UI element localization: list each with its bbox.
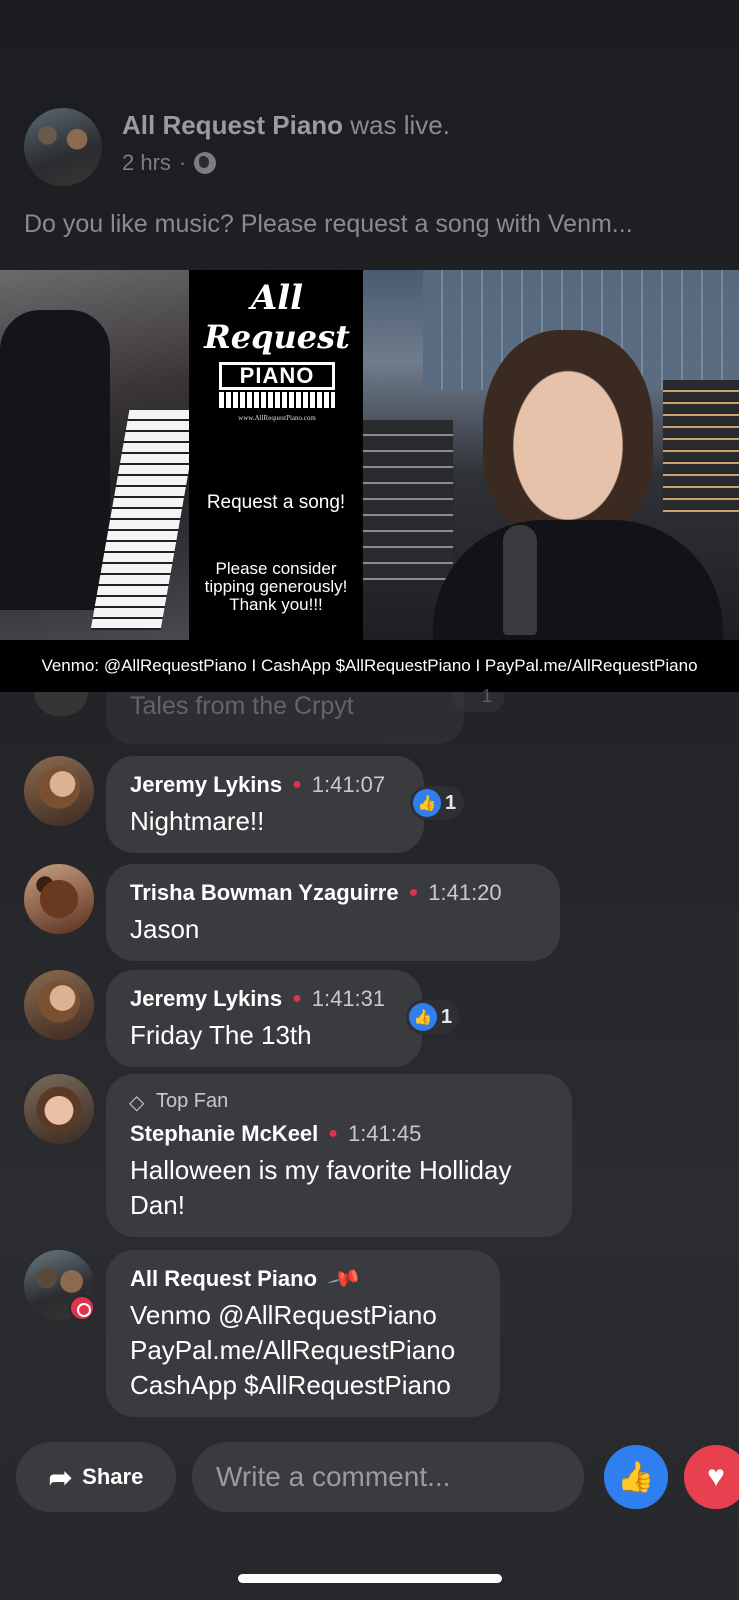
live-dot: ● xyxy=(292,990,302,1007)
comment-author[interactable]: Jeremy Lykins xyxy=(130,986,282,1012)
comment-header: Jeremy Lykins ● 1:41:31 xyxy=(130,986,398,1012)
performer-camera-feed xyxy=(363,270,739,650)
bottom-action-bar: ➦ Share 👍 ♥ xyxy=(0,1440,739,1520)
heart-icon: ♥ xyxy=(707,1460,725,1493)
live-dot: ● xyxy=(328,1125,338,1142)
tip-line-1: Please consider xyxy=(215,559,337,578)
comment-bubble[interactable]: All Request Piano 📌 Venmo @AllRequestPia… xyxy=(106,1250,500,1417)
faded-like-count: 1 xyxy=(482,686,493,706)
pin-icon: 📌 xyxy=(326,1260,364,1297)
reaction-count: 1 xyxy=(441,1005,453,1028)
logo-site: www.AllRequestPiano.com xyxy=(238,414,316,422)
info-panel: All Request PIANO www.AllRequestPiano.co… xyxy=(189,270,363,640)
comment-header: Jeremy Lykins ● 1:41:07 xyxy=(130,772,400,798)
comment-text: Friday The 13th xyxy=(130,1020,312,1050)
comment-text: Halloween is my favorite Holliday Dan! xyxy=(130,1155,512,1220)
performer-shirt xyxy=(433,520,723,650)
pianist-silhouette xyxy=(0,310,110,610)
comment-bubble[interactable]: Trisha Bowman Yzaguirre ● 1:41:20 Jason xyxy=(106,864,560,961)
comment-time: 1:41:20 xyxy=(428,880,502,905)
live-video[interactable]: All Request PIANO www.AllRequestPiano.co… xyxy=(0,270,739,692)
payment-bar: Venmo: @AllRequestPiano I CashApp $AllRe… xyxy=(0,640,739,692)
logo-keys xyxy=(219,392,335,408)
comment-text: Venmo @AllRequestPiano PayPal.me/AllRequ… xyxy=(130,1300,456,1400)
like-button[interactable]: 👍 xyxy=(604,1445,668,1509)
comment-bubble[interactable]: Top Fan Stephanie McKeel ● 1:41:45 Hallo… xyxy=(106,1074,572,1237)
top-fan-label: Top Fan xyxy=(156,1090,229,1112)
tip-line-2: tipping generously! xyxy=(204,577,348,596)
post-meta: 2 hrs · xyxy=(122,150,217,176)
comment-author[interactable]: All Request Piano xyxy=(130,1266,317,1292)
post-time[interactable]: 2 hrs xyxy=(122,150,171,176)
avatar[interactable] xyxy=(24,1074,94,1144)
thumbs-up-icon: 👍 xyxy=(409,1003,437,1031)
live-status: was live. xyxy=(350,110,450,140)
faded-comment: Tales from the Crpyt xyxy=(106,692,464,744)
comment-time: 1:41:45 xyxy=(347,1121,422,1146)
faded-comment-avatar xyxy=(34,692,88,716)
avatar[interactable] xyxy=(24,970,94,1040)
share-arrow-icon: ➦ xyxy=(48,1461,73,1493)
avatar[interactable] xyxy=(24,864,94,934)
live-icon xyxy=(68,1294,96,1322)
faded-reaction: 1 xyxy=(452,686,504,712)
tip-text: Please consider tipping generously! Than… xyxy=(189,560,363,614)
faded-comment-text: Tales from the Crpyt xyxy=(130,692,354,720)
reaction-badge[interactable]: 👍 1 xyxy=(406,1000,461,1034)
meta-separator: · xyxy=(178,150,187,175)
post-header: All Request Piano was live. 2 hrs · Do y… xyxy=(0,0,739,270)
comment-header: Stephanie McKeel ● 1:41:45 xyxy=(130,1121,548,1147)
logo-word-all: All xyxy=(250,278,304,318)
comment-author[interactable]: Trisha Bowman Yzaguirre xyxy=(130,880,399,906)
share-label: Share xyxy=(82,1464,144,1489)
share-button[interactable]: ➦ Share xyxy=(16,1442,176,1512)
home-indicator[interactable] xyxy=(238,1574,502,1583)
logo-word-piano: PIANO xyxy=(219,362,335,390)
logo-word-request: Request xyxy=(204,318,350,356)
comment-time: 1:41:07 xyxy=(311,772,386,797)
comment-bubble[interactable]: Jeremy Lykins ● 1:41:07 Nightmare!! xyxy=(106,756,424,853)
studio-gear xyxy=(363,420,453,580)
diamond-icon xyxy=(129,1090,148,1115)
studio-gear-right xyxy=(663,380,739,520)
comment-author[interactable]: Stephanie McKeel xyxy=(130,1121,318,1147)
top-fan-badge: Top Fan xyxy=(129,1090,548,1115)
performer-face xyxy=(483,330,653,540)
love-button[interactable]: ♥ xyxy=(684,1445,739,1509)
comment-author[interactable]: Jeremy Lykins xyxy=(130,772,282,798)
post-text[interactable]: Do you like music? Please request a song… xyxy=(24,210,724,239)
live-dot: ● xyxy=(408,884,419,901)
tip-line-3: Thank you!!! xyxy=(229,595,323,614)
comment-header: Trisha Bowman Yzaguirre ● 1:41:20 xyxy=(130,880,536,906)
microphone xyxy=(503,525,537,635)
comment-text: Nightmare!! xyxy=(130,806,265,836)
comment-input[interactable] xyxy=(192,1442,584,1512)
reaction-count: 1 xyxy=(445,791,457,814)
piano-camera-feed xyxy=(0,270,200,640)
comment-text: Jason xyxy=(130,914,200,944)
post-title: All Request Piano was live. xyxy=(122,110,450,141)
avatar[interactable] xyxy=(24,756,94,826)
globe-icon xyxy=(194,152,217,174)
page-avatar[interactable] xyxy=(24,108,102,186)
comment-time: 1:41:31 xyxy=(311,986,386,1011)
comment-bubble[interactable]: Jeremy Lykins ● 1:41:31 Friday The 13th xyxy=(106,970,422,1067)
page-name[interactable]: All Request Piano xyxy=(122,110,343,140)
request-text: Request a song! xyxy=(206,492,346,513)
reaction-badge[interactable]: 👍 1 xyxy=(410,786,465,820)
thumbs-up-icon: 👍 xyxy=(413,789,441,817)
thumbs-up-icon: 👍 xyxy=(617,1460,655,1494)
all-request-piano-logo: All Request PIANO www.AllRequestPiano.co… xyxy=(197,276,357,426)
comment-header: All Request Piano 📌 xyxy=(130,1261,476,1296)
live-dot: ● xyxy=(292,776,302,793)
